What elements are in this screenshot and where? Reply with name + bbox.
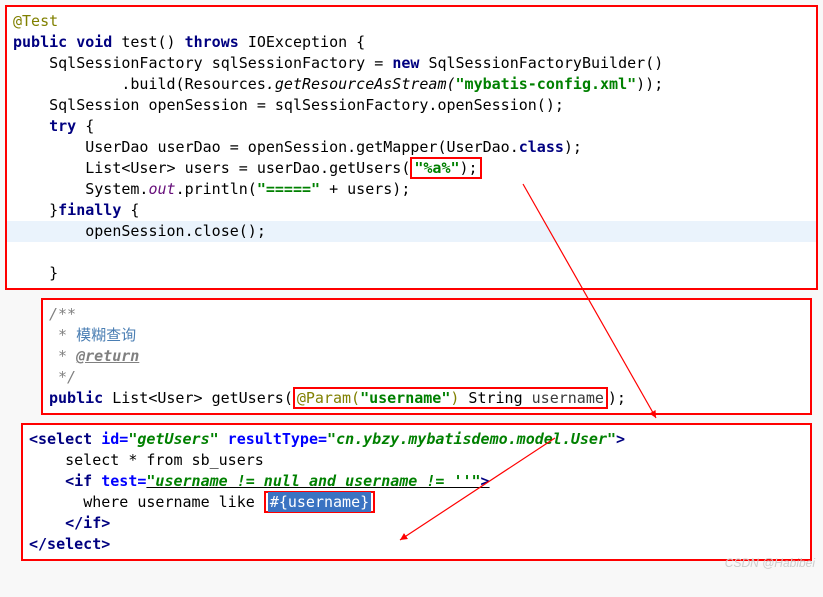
method-name2: getUsers bbox=[212, 389, 284, 407]
kw-public: public bbox=[13, 33, 67, 51]
sys: System. bbox=[85, 180, 148, 198]
doc-fuzzy: 模糊查询 bbox=[76, 326, 136, 344]
doc-star2: * bbox=[49, 347, 76, 365]
var-session: openSession bbox=[148, 96, 247, 114]
var-username: username bbox=[532, 389, 604, 407]
gt2: > bbox=[481, 472, 490, 490]
type-list: List<User> bbox=[85, 159, 175, 177]
brace: { bbox=[347, 33, 365, 51]
var-userdao: userDao bbox=[158, 138, 221, 156]
t-string: String bbox=[459, 389, 531, 407]
test-cond-wrap: "username != null and username != ''"> bbox=[146, 472, 489, 490]
lparen: ( bbox=[284, 389, 293, 407]
close-p1: ); bbox=[564, 138, 582, 156]
var-factory: sqlSessionFactory bbox=[212, 54, 366, 72]
var-users: users bbox=[185, 159, 230, 177]
anno-param: @Param( bbox=[297, 389, 360, 407]
type-userdao: UserDao bbox=[85, 138, 148, 156]
annotation-test: @Test bbox=[13, 12, 58, 30]
build-call: .build(Resources bbox=[121, 75, 266, 93]
code-content: /** * 模糊查询 * @return */ public List<User… bbox=[49, 304, 804, 409]
attr-id: id= bbox=[92, 430, 128, 448]
type-session: SqlSession bbox=[49, 96, 139, 114]
attr-rt: resultType= bbox=[219, 430, 327, 448]
code-content: @Test public void test () throws IOExcept… bbox=[13, 11, 810, 284]
sql-select: select * from sb_users bbox=[65, 451, 264, 469]
kw-try: try bbox=[49, 117, 76, 135]
doc-star: * bbox=[49, 326, 76, 344]
str-pattern: "%a%" bbox=[414, 159, 459, 177]
kw-finally: finally bbox=[58, 201, 121, 219]
empty-call: () bbox=[645, 54, 663, 72]
attr-test: test= bbox=[92, 472, 146, 490]
str-username: "username" bbox=[360, 389, 450, 407]
println: .println( bbox=[176, 180, 257, 198]
val-rt: "cn.ybzy.mybatisdemo.model.User" bbox=[327, 430, 616, 448]
code-block-xml-mapper: <select id="getUsers" resultType="cn.ybz… bbox=[21, 423, 812, 561]
return-type: List<User> bbox=[112, 389, 202, 407]
gt: > bbox=[616, 430, 625, 448]
plus-users: + users); bbox=[320, 180, 410, 198]
tag-select-close: </select> bbox=[29, 535, 110, 553]
highlighted-line: openSession.close(); bbox=[7, 221, 816, 242]
val-id: "getUsers" bbox=[128, 430, 218, 448]
doc-end: */ bbox=[49, 368, 76, 386]
rbrace: } bbox=[49, 201, 58, 219]
str-eq5: "=====" bbox=[257, 180, 320, 198]
code-block-interface-method: /** * 模糊查询 * @return */ public List<User… bbox=[41, 298, 812, 415]
highlight-pattern: "%a%"); bbox=[410, 157, 481, 179]
tag-if-close: </if> bbox=[65, 514, 110, 532]
tag-select-open: <select bbox=[29, 430, 92, 448]
watermark: CSDN @Habibei bbox=[725, 556, 815, 570]
method-name: test bbox=[121, 33, 157, 51]
out-field: out bbox=[148, 180, 175, 198]
type-factory: SqlSessionFactory bbox=[49, 54, 203, 72]
kw-public2: public bbox=[49, 389, 103, 407]
doc-start: /** bbox=[49, 305, 76, 323]
highlight-placeholder: #{username} bbox=[264, 491, 375, 513]
close-paren: )); bbox=[636, 75, 663, 93]
close-call: openSession.close(); bbox=[85, 222, 266, 240]
highlight-param: @Param("username") String username bbox=[293, 387, 608, 409]
str-config: "mybatis-config.xml" bbox=[456, 75, 637, 93]
eq: = bbox=[365, 54, 392, 72]
kw-throws: throws bbox=[185, 33, 239, 51]
get-resource: .getResourceAsStream( bbox=[266, 75, 456, 93]
tag-if-open: <if bbox=[65, 472, 92, 490]
val-test: "username != null and username != ''" bbox=[146, 472, 480, 490]
open-session-call: = sqlSessionFactory.openSession(); bbox=[248, 96, 564, 114]
kw-class: class bbox=[519, 138, 564, 156]
doc-return: @return bbox=[76, 347, 139, 365]
kw-void: void bbox=[76, 33, 112, 51]
method-end: ); bbox=[608, 389, 626, 407]
code-content: <select id="getUsers" resultType="cn.ybz… bbox=[29, 429, 804, 555]
kw-new: new bbox=[392, 54, 419, 72]
sel-placeholder: #{username} bbox=[268, 492, 371, 512]
code-block-test-method: @Test public void test () throws IOExcept… bbox=[5, 5, 818, 290]
type-builder: SqlSessionFactoryBuilder bbox=[428, 54, 645, 72]
get-mapper: = openSession.getMapper(UserDao. bbox=[221, 138, 519, 156]
exception-type: IOException bbox=[248, 33, 347, 51]
sql-where: where username like bbox=[83, 493, 264, 511]
get-users-call: = userDao.getUsers( bbox=[230, 159, 411, 177]
